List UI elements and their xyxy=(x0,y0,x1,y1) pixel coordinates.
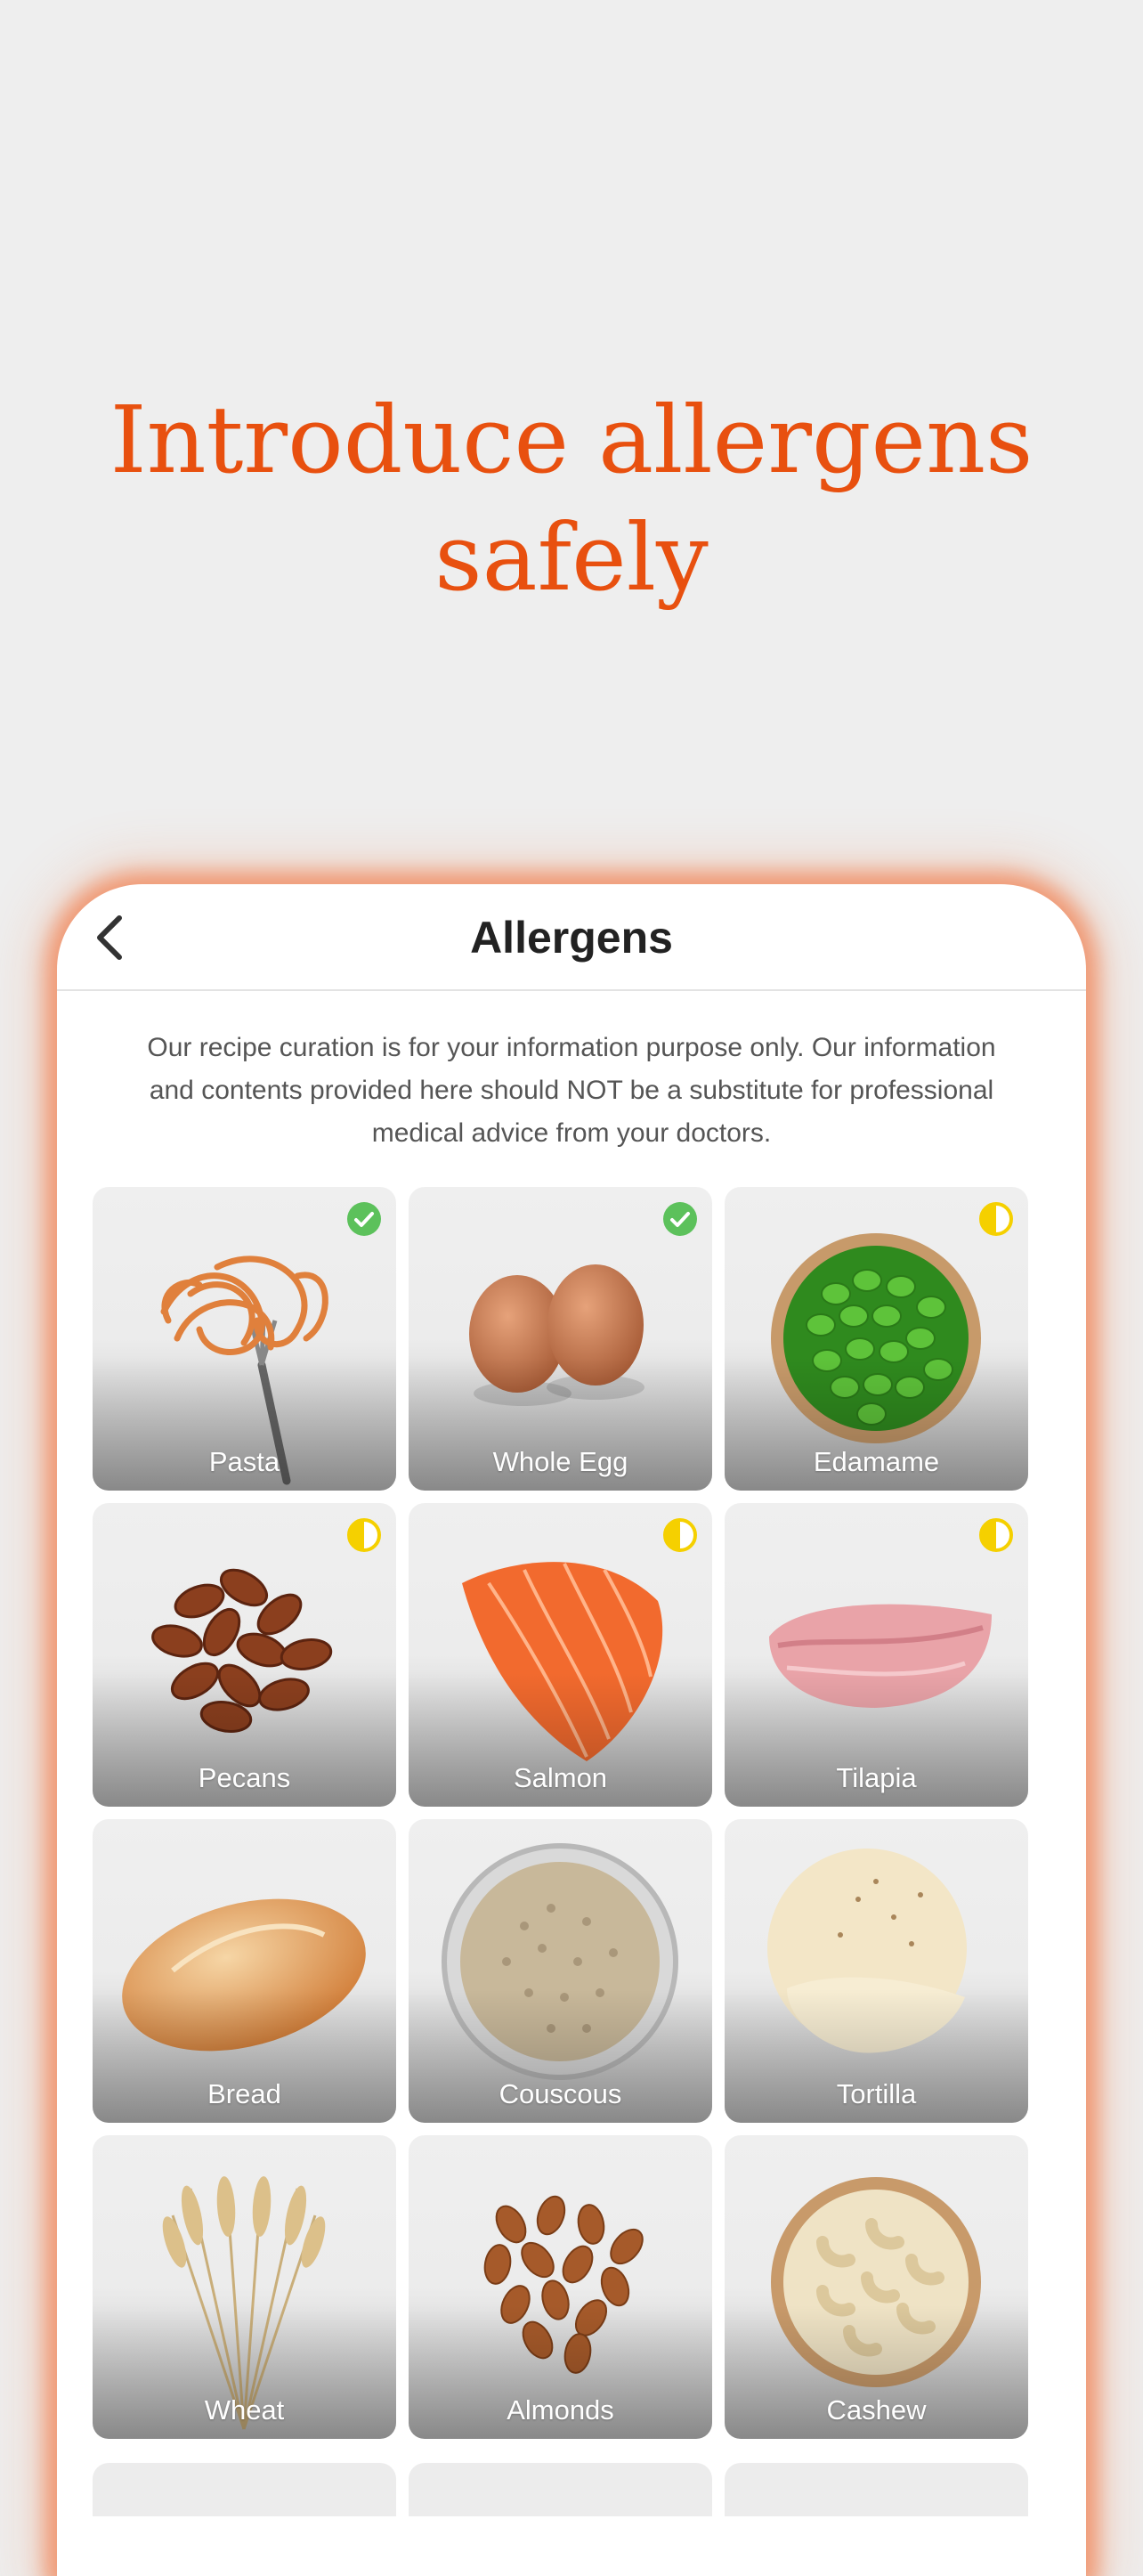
allergen-label: Pecans xyxy=(198,1762,291,1793)
allergen-card-bread[interactable]: Bread xyxy=(93,1819,396,2123)
allergen-label: Couscous xyxy=(499,2078,622,2109)
allergen-card-partial[interactable] xyxy=(725,2463,1028,2516)
allergen-label: Cashew xyxy=(826,2394,927,2426)
allergen-card-partial[interactable] xyxy=(409,2463,712,2516)
half-circle-icon xyxy=(663,1518,697,1552)
check-circle-icon xyxy=(663,1202,697,1236)
allergen-label: Edamame xyxy=(813,1446,940,1477)
allergen-label: Tortilla xyxy=(836,2078,917,2109)
half-circle-icon xyxy=(979,1518,1013,1552)
allergen-label: Almonds xyxy=(507,2394,614,2426)
allergen-card-whole-egg[interactable]: Whole Egg xyxy=(409,1187,712,1491)
allergen-label: Salmon xyxy=(513,1762,608,1793)
allergen-label: Pasta xyxy=(208,1446,280,1477)
hero-title-line1: Introduce allergens xyxy=(109,386,1034,494)
phone-frame: Allergens Our recipe curation is for you… xyxy=(57,884,1086,2576)
nav-bar: Allergens xyxy=(57,884,1086,991)
allergen-grid: Pasta Whole Egg Edamame Pecans Salmon Ti… xyxy=(93,1187,1028,2439)
hero-title: Introduce allergens safely xyxy=(0,381,1143,616)
allergen-card-edamame[interactable]: Edamame xyxy=(725,1187,1028,1491)
allergen-label: Tilapia xyxy=(836,1762,917,1793)
allergen-card-pasta[interactable]: Pasta xyxy=(93,1187,396,1491)
allergen-card-cashew[interactable]: Cashew xyxy=(725,2135,1028,2439)
check-circle-icon xyxy=(347,1202,381,1236)
half-circle-icon xyxy=(347,1518,381,1552)
allergen-card-partial[interactable] xyxy=(93,2463,396,2516)
allergen-card-tilapia[interactable]: Tilapia xyxy=(725,1503,1028,1807)
half-circle-icon xyxy=(979,1202,1013,1236)
allergen-card-couscous[interactable]: Couscous xyxy=(409,1819,712,2123)
allergen-card-tortilla[interactable]: Tortilla xyxy=(725,1819,1028,2123)
allergen-grid-next-row xyxy=(93,2463,1028,2516)
allergen-label: Bread xyxy=(207,2078,281,2109)
allergen-card-pecans[interactable]: Pecans xyxy=(93,1503,396,1807)
allergen-card-almonds[interactable]: Almonds xyxy=(409,2135,712,2439)
allergen-label: Wheat xyxy=(204,2394,285,2426)
allergen-card-salmon[interactable]: Salmon xyxy=(409,1503,712,1807)
allergen-card-wheat[interactable]: Wheat xyxy=(93,2135,396,2439)
disclaimer-text: Our recipe curation is for your informat… xyxy=(147,1033,996,1148)
hero-title-line2: safely xyxy=(434,503,709,612)
allergen-label: Whole Egg xyxy=(492,1446,628,1477)
page-title: Allergens xyxy=(470,913,673,963)
